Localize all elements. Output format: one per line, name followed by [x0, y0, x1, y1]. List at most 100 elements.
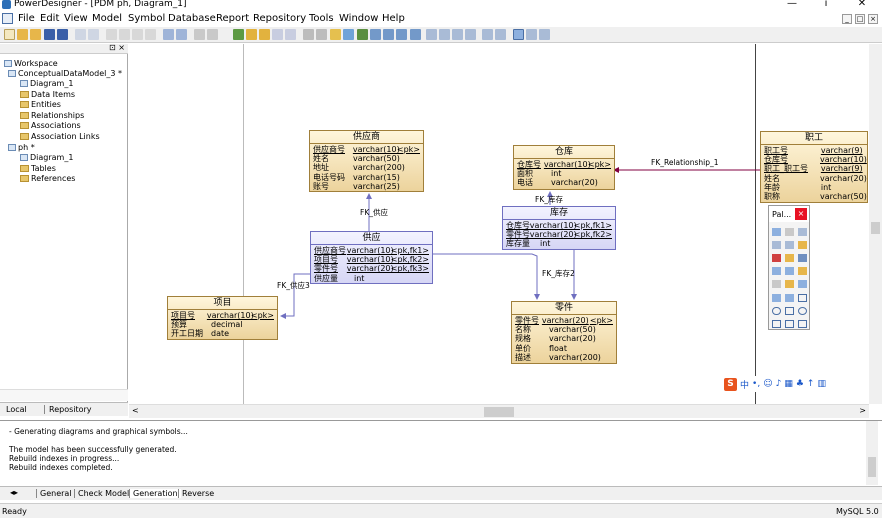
tree-item-workspace[interactable]: Workspace — [4, 58, 58, 68]
menu-help[interactable]: Help — [382, 13, 405, 24]
scroll-thumb[interactable] — [871, 222, 880, 234]
menu-file[interactable]: File — [18, 13, 35, 24]
table-row[interactable]: 电话 varchar(20) — [517, 178, 611, 187]
new-icon[interactable] — [4, 29, 15, 40]
menu-report[interactable]: Report — [216, 13, 249, 24]
table-row[interactable]: 单价 float — [515, 344, 613, 353]
impact-icon[interactable] — [272, 29, 283, 40]
label-fk-supply3[interactable]: FK_供应3 — [277, 280, 310, 291]
text-tool-icon[interactable] — [785, 294, 794, 302]
mdi-close-button[interactable]: × — [868, 14, 878, 24]
menu-symbol[interactable]: Symbol — [128, 13, 165, 24]
cut-icon[interactable] — [106, 29, 117, 40]
package-icon[interactable] — [785, 254, 794, 262]
ime-mode-indicator[interactable]: 中 — [740, 378, 749, 391]
tree-item-references[interactable]: References — [20, 173, 75, 183]
table-row[interactable]: 零件号 varchar(20) <pk,fk2> — [506, 230, 612, 239]
tools-icon[interactable]: ↑ — [807, 379, 815, 389]
open-folder-icon[interactable] — [30, 29, 41, 40]
table-row[interactable]: 供应量 int — [314, 274, 429, 283]
copy-icon[interactable] — [119, 29, 130, 40]
table-row[interactable]: 姓名 varchar(20) — [764, 174, 867, 183]
close-button[interactable]: ✕ — [852, 0, 872, 9]
reverse-icon[interactable] — [259, 29, 270, 40]
generate-icon[interactable] — [246, 29, 257, 40]
paste-icon[interactable] — [132, 29, 143, 40]
table-row[interactable]: 库存量 int — [506, 239, 612, 248]
skin-icon[interactable]: ♣ — [796, 379, 804, 389]
table-row[interactable]: 规格 varchar(20) — [515, 334, 613, 343]
tree-item-data-items[interactable]: Data Items — [20, 89, 75, 99]
refresh-icon[interactable] — [482, 29, 493, 40]
zoom-page-icon[interactable] — [452, 29, 463, 40]
properties-icon[interactable] — [798, 241, 807, 249]
file-tool-icon[interactable] — [772, 280, 781, 288]
table-row[interactable]: 零件号 varchar(20) <pk> — [515, 316, 613, 325]
table-row[interactable]: 职工_职工号 varchar(9) — [764, 164, 864, 173]
sogou-logo[interactable]: S — [724, 377, 737, 391]
zoom-in-icon[interactable] — [798, 228, 807, 236]
zoom-out-icon[interactable] — [772, 241, 781, 249]
arc-tool-icon[interactable] — [772, 320, 781, 328]
open-icon[interactable] — [17, 29, 28, 40]
minimize-button[interactable]: — — [782, 0, 802, 9]
table-row[interactable]: 项目号 varchar(10) <pk,fk2> — [314, 255, 429, 264]
table-supply[interactable]: 供应 供应商号 varchar(10) <pk,fk1> 项目号 varchar(10… — [310, 231, 433, 284]
zoom-out-toolbar-icon[interactable] — [439, 29, 450, 40]
table-row[interactable]: 零件号 varchar(20) <pk,fk3> — [314, 264, 429, 273]
tree-item-cdm-diagram[interactable]: Diagram_1 — [20, 78, 73, 88]
mdi-restore-button[interactable]: □ — [855, 14, 865, 24]
scroll-thumb[interactable] — [868, 457, 876, 477]
group-icon[interactable] — [383, 29, 394, 40]
redo-icon[interactable] — [176, 29, 187, 40]
palette-close-button[interactable]: × — [795, 208, 807, 220]
title-tool-icon[interactable] — [772, 294, 781, 302]
tab-local[interactable]: Local — [6, 405, 27, 414]
browser-horizontal-scrollbar[interactable] — [0, 389, 128, 401]
zoom-default-icon[interactable] — [465, 29, 476, 40]
tab-repository[interactable]: Repository — [44, 405, 92, 414]
table-row[interactable]: 姓名 varchar(50) — [313, 154, 420, 163]
find-icon[interactable] — [207, 29, 218, 40]
table-row[interactable]: 供应商号 varchar(10) <pk,fk1> — [314, 246, 429, 255]
grid-icon[interactable] — [495, 29, 506, 40]
tree-item-tables[interactable]: Tables — [20, 163, 56, 173]
table-row[interactable]: 项目号 varchar(10) <pk> — [171, 311, 274, 320]
browser-toggle-icon[interactable] — [513, 29, 524, 40]
font-icon[interactable] — [357, 29, 368, 40]
table-row[interactable]: 供应商号 varchar(10) <pk> — [313, 145, 420, 154]
link-fk-supply-part[interactable] — [433, 253, 540, 300]
output-vertical-scrollbar[interactable] — [866, 421, 878, 485]
text-icon[interactable] — [316, 29, 327, 40]
table-row[interactable]: 年龄 int — [764, 183, 864, 192]
print-preview-icon[interactable] — [75, 29, 86, 40]
emoji-icon[interactable]: ☺ — [763, 379, 772, 389]
table-warehouse[interactable]: 仓库 仓库号 varchar(10) <pk> 面积 int 电话 varchar(20… — [513, 145, 615, 190]
table-row[interactable]: 电话号码 varchar(15) — [313, 173, 420, 182]
save-all-icon[interactable] — [57, 29, 68, 40]
polygon-tool-icon[interactable] — [785, 307, 794, 315]
scroll-thumb[interactable] — [484, 407, 514, 417]
table-row[interactable]: 仓库号 varchar(10) <pk,fk1> — [506, 221, 612, 230]
reference-tool-icon[interactable] — [785, 267, 794, 275]
table-row[interactable]: 仓库号 varchar(10) <pk> — [517, 160, 611, 169]
menu-database[interactable]: Database — [168, 13, 216, 24]
tab-generation[interactable]: Generation — [129, 489, 181, 498]
tab-general[interactable]: General — [36, 489, 75, 498]
polyline-tool-icon[interactable] — [785, 320, 794, 328]
ellipse-tool-icon[interactable] — [798, 307, 807, 315]
menu-view[interactable]: View — [64, 13, 88, 24]
microphone-icon[interactable]: ♪ — [776, 379, 782, 389]
label-fk-supply[interactable]: FK_供应 — [360, 207, 388, 218]
delete-icon[interactable] — [145, 29, 156, 40]
keyboard-icon[interactable]: ▦ — [784, 379, 793, 389]
tree-item-association-links[interactable]: Association Links — [20, 131, 100, 141]
tab-reverse[interactable]: Reverse — [178, 489, 217, 498]
canvas-vertical-scrollbar[interactable] — [869, 44, 882, 404]
maximize-button[interactable]: ı́ — [816, 0, 836, 9]
pen-icon[interactable] — [330, 29, 341, 40]
table-row[interactable]: 名称 varchar(50) — [515, 325, 613, 334]
arrange-icon[interactable] — [410, 29, 421, 40]
output-toggle-icon[interactable] — [526, 29, 537, 40]
label-fk-relationship-1[interactable]: FK_Relationship_1 — [651, 158, 719, 167]
